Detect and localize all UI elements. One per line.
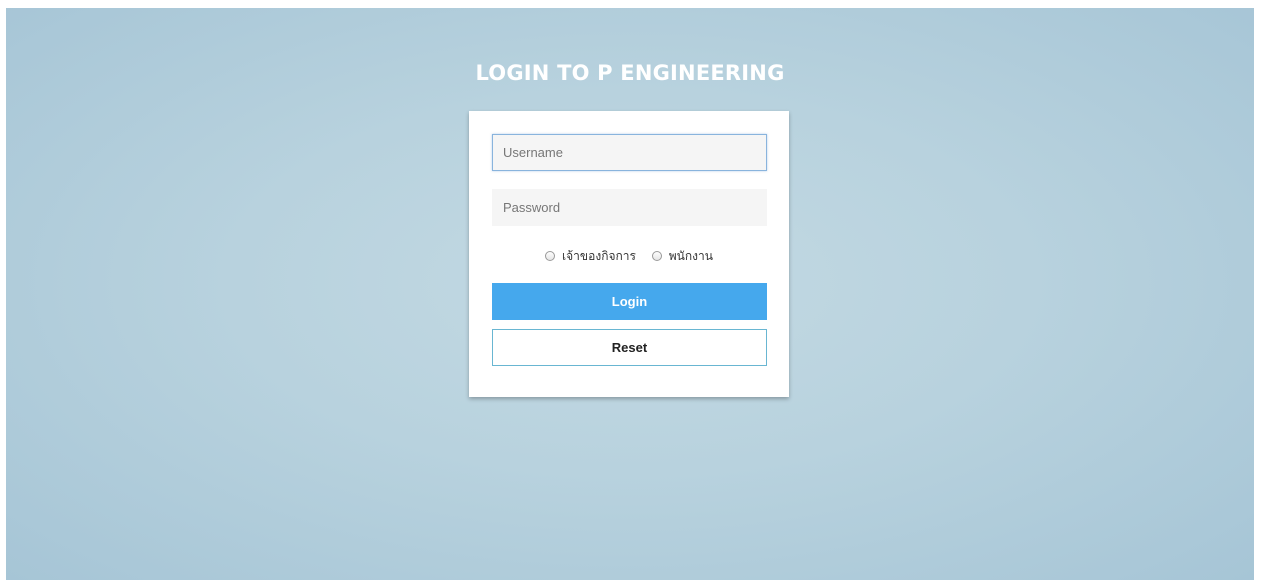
radio-employee-circle[interactable]: [651, 251, 662, 261]
radio-employee-label: พนักงาน: [668, 249, 713, 263]
radio-owner-label: เจ้าของกิจการ: [562, 249, 636, 263]
page-background: LOGIN TO P ENGINEERING เจ้าของกิจการ พนั…: [6, 8, 1254, 580]
role-radio-group: เจ้าของกิจการ พนักงาน: [469, 246, 789, 266]
page-title: LOGIN TO P ENGINEERING: [475, 61, 785, 85]
reset-button[interactable]: Reset: [492, 329, 767, 366]
login-card: เจ้าของกิจการ พนักงาน Login Reset: [469, 111, 789, 397]
username-input[interactable]: [492, 134, 767, 171]
radio-owner-circle[interactable]: [545, 251, 556, 261]
login-button[interactable]: Login: [492, 283, 767, 320]
radio-owner[interactable]: เจ้าของกิจการ: [545, 246, 636, 266]
password-input[interactable]: [492, 189, 767, 226]
radio-employee[interactable]: พนักงาน: [651, 246, 713, 266]
